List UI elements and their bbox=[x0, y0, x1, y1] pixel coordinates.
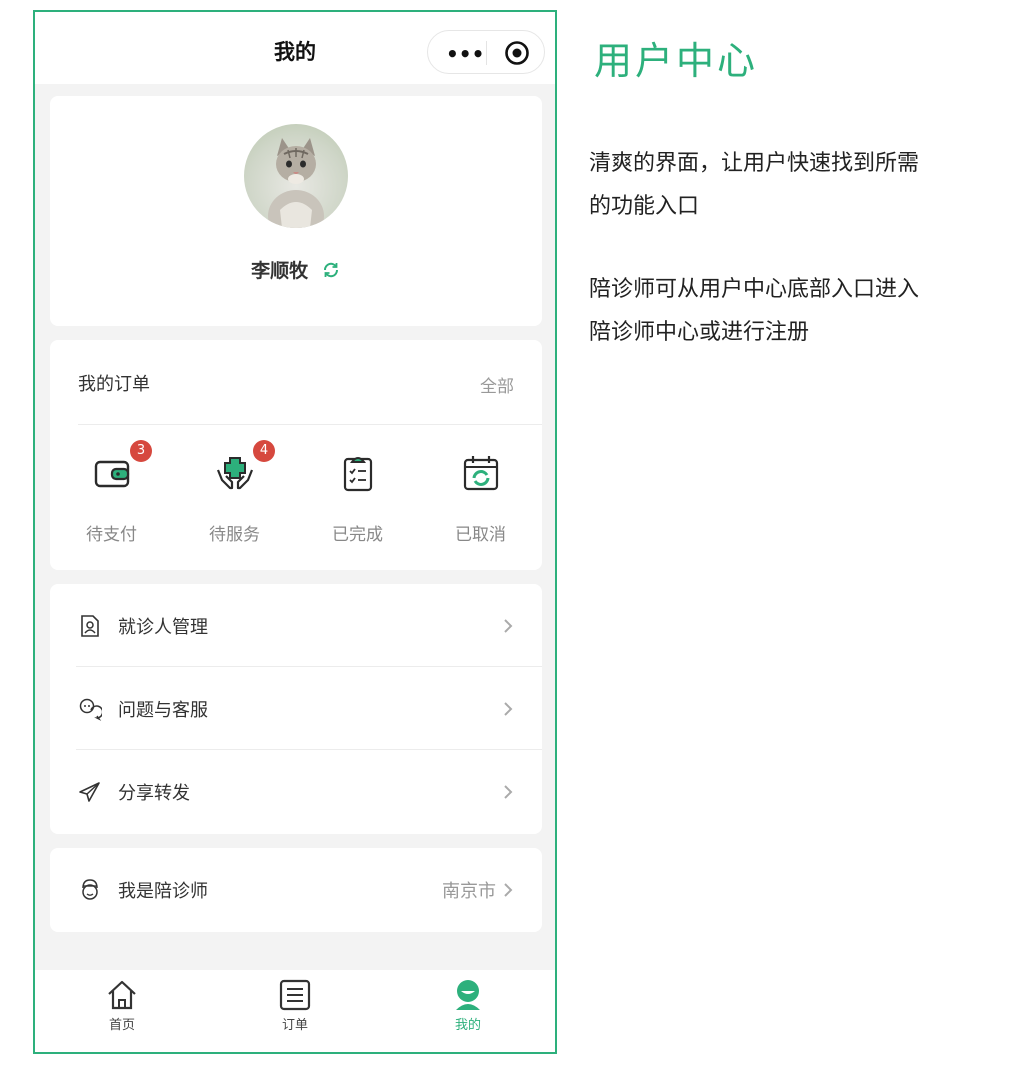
orders-title: 我的订单 bbox=[78, 374, 150, 395]
navigation-bar: 我的 ••• bbox=[35, 12, 555, 84]
home-icon bbox=[108, 980, 136, 1010]
tab-label: 我的 bbox=[454, 1018, 481, 1033]
list-icon bbox=[279, 979, 311, 1011]
calendar-refresh-icon bbox=[463, 456, 499, 491]
care-hands-icon bbox=[216, 457, 254, 490]
close-target-icon[interactable] bbox=[504, 40, 530, 66]
description-line: 陪诊师可从用户中心底部入口进入 bbox=[589, 277, 920, 302]
tab-label: 订单 bbox=[281, 1018, 308, 1033]
order-cancelled[interactable]: 已取消 bbox=[419, 440, 542, 550]
profile-card: 李顺牧 bbox=[50, 96, 542, 326]
user-icon bbox=[456, 980, 480, 1010]
menu-item-escort[interactable]: 我是陪诊师 南京市 bbox=[50, 848, 542, 932]
capsule-divider bbox=[486, 41, 487, 65]
more-icon[interactable]: ••• bbox=[446, 42, 484, 66]
username: 李顺牧 bbox=[251, 260, 309, 282]
phone-frame: 我的 ••• 李顺牧 我的订单 全部 3 待支付 4 待服务 已完成 已取消 就… bbox=[33, 10, 557, 1054]
wallet-icon bbox=[94, 460, 130, 488]
order-pending-payment[interactable]: 3 待支付 bbox=[50, 440, 173, 550]
tab-mine[interactable]: 我的 bbox=[408, 978, 528, 1033]
orders-card: 我的订单 全部 3 待支付 4 待服务 已完成 已取消 bbox=[50, 340, 542, 570]
order-label: 待支付 bbox=[86, 525, 137, 545]
tab-home[interactable]: 首页 bbox=[62, 978, 182, 1033]
order-label: 已取消 bbox=[455, 525, 506, 545]
patient-file-icon bbox=[81, 615, 99, 637]
description-line: 的功能入口 bbox=[589, 194, 700, 219]
clipboard-check-icon bbox=[343, 457, 373, 492]
customer-service-icon bbox=[79, 698, 102, 721]
order-completed[interactable]: 已完成 bbox=[296, 440, 419, 550]
chevron-right-icon bbox=[504, 619, 513, 633]
menu-item-label: 分享转发 bbox=[118, 783, 190, 804]
escort-entry-card: 我是陪诊师 南京市 bbox=[50, 848, 542, 932]
badge-pending-service: 4 bbox=[253, 440, 275, 462]
tab-orders[interactable]: 订单 bbox=[235, 978, 355, 1033]
cat-avatar-icon bbox=[268, 138, 324, 228]
section-title: 用户中心 bbox=[594, 39, 759, 83]
description-paragraph: 陪诊师可从用户中心底部入口进入 陪诊师中心或进行注册 bbox=[589, 268, 999, 354]
orders-all-link[interactable]: 全部 bbox=[480, 372, 514, 397]
badge-pending-payment: 3 bbox=[130, 440, 152, 462]
menu-item-customer-service[interactable]: 问题与客服 bbox=[50, 667, 542, 750]
order-label: 待服务 bbox=[209, 525, 260, 545]
description-line: 清爽的界面，让用户快速找到所需 bbox=[589, 151, 920, 176]
menu-item-label: 问题与客服 bbox=[118, 700, 208, 721]
tab-label: 首页 bbox=[108, 1018, 135, 1033]
menu-item-label: 就诊人管理 bbox=[118, 617, 208, 638]
avatar[interactable] bbox=[244, 124, 348, 228]
chevron-right-icon bbox=[504, 785, 513, 799]
refresh-icon[interactable] bbox=[321, 260, 341, 280]
menu-card: 就诊人管理 问题与客服 分享转发 bbox=[50, 584, 542, 834]
divider bbox=[78, 424, 542, 425]
menu-item-share[interactable]: 分享转发 bbox=[50, 750, 542, 833]
mini-program-capsule: ••• bbox=[427, 30, 545, 74]
menu-item-patient-management[interactable]: 就诊人管理 bbox=[50, 584, 542, 667]
order-pending-service[interactable]: 4 待服务 bbox=[173, 440, 296, 550]
menu-item-label: 我是陪诊师 bbox=[118, 881, 208, 902]
nurse-icon bbox=[82, 879, 98, 900]
chevron-right-icon bbox=[504, 883, 513, 897]
city-selector[interactable]: 南京市 bbox=[442, 877, 496, 903]
chevron-right-icon bbox=[504, 702, 513, 716]
order-label: 已完成 bbox=[332, 525, 383, 545]
description-paragraph: 清爽的界面，让用户快速找到所需 的功能入口 bbox=[589, 142, 999, 228]
tab-bar: 首页 订单 我的 bbox=[35, 970, 555, 1052]
share-icon bbox=[79, 782, 100, 802]
description-line: 陪诊师中心或进行注册 bbox=[589, 320, 810, 345]
username-row: 李顺牧 bbox=[50, 256, 542, 283]
